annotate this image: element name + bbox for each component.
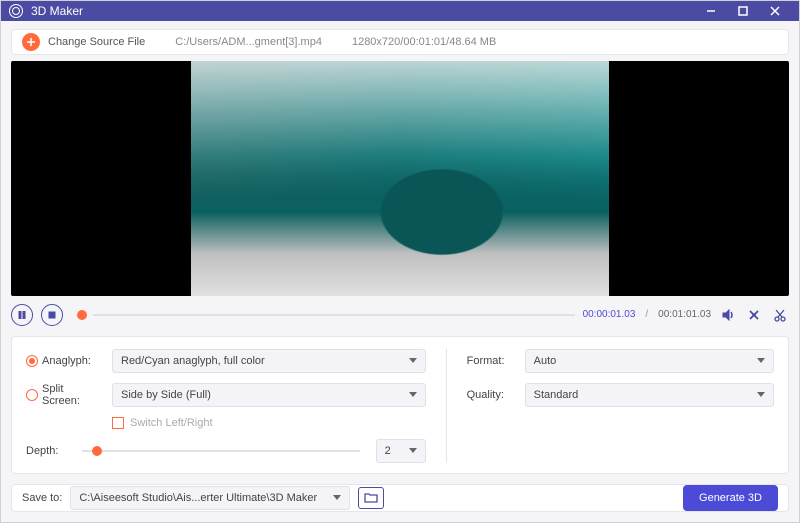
source-file-path: C:/Users/ADM...gment[3].mp4	[175, 36, 322, 48]
anaglyph-select[interactable]: Red/Cyan anaglyph, full color	[112, 349, 426, 373]
chevron-down-icon	[409, 392, 417, 397]
save-path-select[interactable]: C:\Aiseesoft Studio\Ais...erter Ultimate…	[70, 486, 350, 510]
panel-divider	[446, 349, 447, 463]
current-time: 00:00:01.03	[583, 309, 636, 320]
chevron-down-icon	[409, 358, 417, 363]
depth-value-select[interactable]: 2	[376, 439, 426, 463]
format-label: Format:	[467, 355, 505, 367]
timeline-knob[interactable]	[77, 310, 87, 320]
quality-label: Quality:	[467, 389, 504, 401]
depth-label: Depth:	[26, 445, 58, 457]
maximize-button[interactable]	[727, 1, 759, 21]
cut-button[interactable]	[771, 306, 789, 324]
settings-panel: Anaglyph: Red/Cyan anaglyph, full color …	[11, 336, 789, 474]
split-screen-radio[interactable]	[26, 389, 38, 401]
switch-lr-label: Switch Left/Right	[130, 417, 213, 429]
chevron-down-icon	[757, 392, 765, 397]
change-source-button[interactable]: Change Source File	[48, 36, 145, 48]
total-time: 00:01:01.03	[658, 309, 711, 320]
depth-slider[interactable]	[82, 450, 360, 452]
add-file-button[interactable]	[22, 33, 40, 51]
chevron-down-icon	[333, 495, 341, 500]
switch-lr-checkbox[interactable]	[112, 417, 124, 429]
source-file-info: 1280x720/00:01:01/48.64 MB	[352, 36, 496, 48]
playback-controls: 00:00:01.03/00:01:01.03	[11, 304, 789, 326]
chevron-down-icon	[757, 358, 765, 363]
split-screen-label: Split Screen:	[42, 383, 104, 407]
generate-3d-button[interactable]: Generate 3D	[683, 485, 778, 511]
open-folder-button[interactable]	[358, 487, 384, 509]
minimize-button[interactable]	[695, 1, 727, 21]
stop-button[interactable]	[41, 304, 63, 326]
anaglyph-label: Anaglyph:	[42, 355, 91, 367]
bottom-bar: Save to: C:\Aiseesoft Studio\Ais...erter…	[11, 484, 789, 512]
save-to-label: Save to:	[22, 492, 62, 504]
anaglyph-radio[interactable]	[26, 355, 38, 367]
video-preview	[11, 61, 789, 296]
snapshot-button[interactable]	[745, 306, 763, 324]
depth-knob[interactable]	[92, 446, 102, 456]
source-file-bar: Change Source File C:/Users/ADM...gment[…	[11, 29, 789, 54]
app-icon	[9, 4, 23, 18]
titlebar: 3D Maker	[1, 1, 799, 21]
quality-select[interactable]: Standard	[525, 383, 774, 407]
format-select[interactable]: Auto	[525, 349, 774, 373]
timeline-track[interactable]	[93, 314, 575, 316]
chevron-down-icon	[409, 448, 417, 453]
app-title: 3D Maker	[31, 4, 83, 18]
split-screen-select[interactable]: Side by Side (Full)	[112, 383, 426, 407]
app-window: 3D Maker Change Source File C:/Users/ADM…	[0, 0, 800, 523]
pause-button[interactable]	[11, 304, 33, 326]
close-button[interactable]	[759, 1, 791, 21]
volume-button[interactable]	[719, 306, 737, 324]
video-frame	[191, 61, 609, 296]
